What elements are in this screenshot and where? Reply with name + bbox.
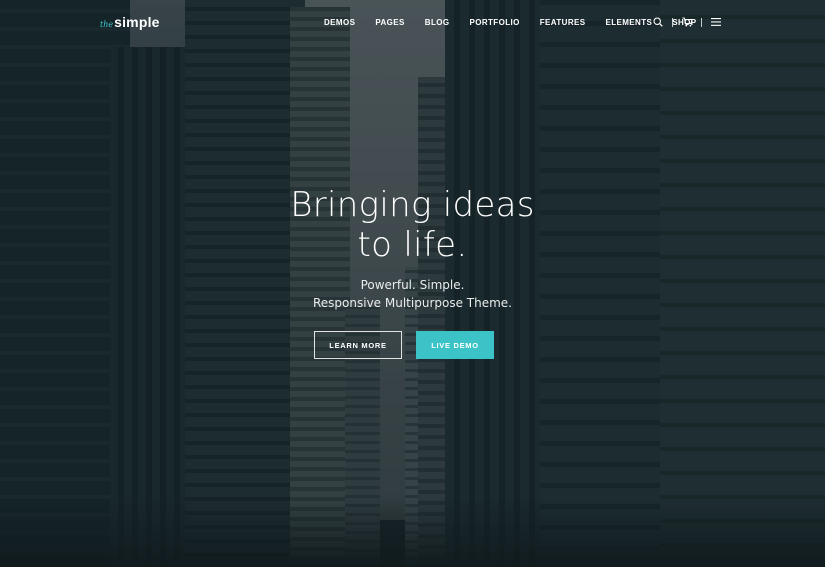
nav-item-elements[interactable]: ELEMENTS bbox=[605, 18, 652, 27]
nav-item-portfolio[interactable]: PORTFOLIO bbox=[469, 18, 519, 27]
site-header: the simple DEMOS PAGES BLOG PORTFOLIO FE… bbox=[0, 0, 825, 46]
nav-item-features[interactable]: FEATURES bbox=[540, 18, 586, 27]
nav-item-demos[interactable]: DEMOS bbox=[324, 18, 355, 27]
menu-icon[interactable] bbox=[710, 16, 722, 28]
cart-icon[interactable] bbox=[681, 16, 693, 28]
nav-item-blog[interactable]: BLOG bbox=[425, 18, 450, 27]
site-logo[interactable]: the simple bbox=[100, 14, 160, 30]
hero-title-line: Bringing ideas bbox=[290, 185, 535, 225]
divider bbox=[701, 17, 702, 27]
live-demo-button[interactable]: LIVE DEMO bbox=[416, 331, 494, 359]
hero-title-line: to life. bbox=[357, 225, 468, 265]
header-icons bbox=[652, 16, 722, 28]
hero-title: Bringing ideas to life. bbox=[0, 185, 825, 265]
learn-more-button[interactable]: LEARN MORE bbox=[314, 331, 402, 359]
nav-item-pages[interactable]: PAGES bbox=[375, 18, 404, 27]
hero-subtitle-line: Powerful. Simple. bbox=[360, 278, 465, 292]
divider bbox=[672, 17, 673, 27]
hero-subtitle: Powerful. Simple. Responsive Multipurpos… bbox=[0, 276, 825, 312]
logo-prefix: the bbox=[100, 20, 114, 29]
logo-name: simple bbox=[114, 14, 160, 30]
hero-subtitle-line: Responsive Multipurpose Theme. bbox=[313, 296, 512, 310]
search-icon[interactable] bbox=[652, 16, 664, 28]
